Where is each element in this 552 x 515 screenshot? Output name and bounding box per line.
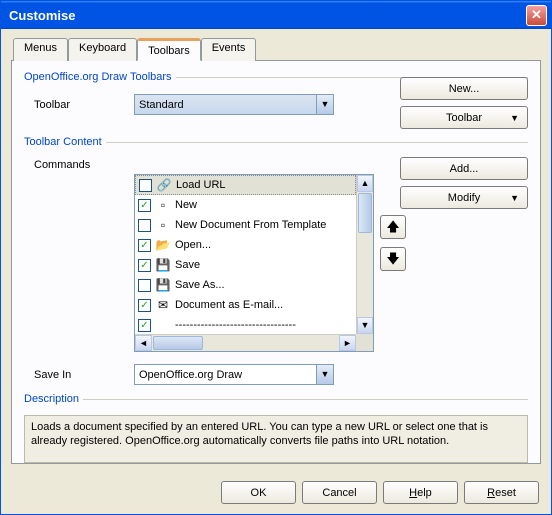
list-item-label: Save As... <box>175 279 225 291</box>
close-icon[interactable]: ✕ <box>526 5 547 26</box>
scroll-left-icon[interactable]: ◄ <box>135 335 152 351</box>
tab-strip: MenusKeyboardToolbarsEvents <box>13 37 541 60</box>
save-icon: 💾 <box>155 257 171 273</box>
list-item[interactable]: 🔗 Load URL <box>135 175 356 195</box>
window-title: Customise <box>9 8 526 23</box>
list-item[interactable]: ✓ --------------------------------- <box>135 315 356 334</box>
saveas-icon: 💾 <box>155 277 171 293</box>
checkbox[interactable]: ✓ <box>138 319 151 332</box>
tab-keyboard[interactable]: Keyboard <box>68 38 137 61</box>
chevron-down-icon[interactable]: ▼ <box>316 95 333 114</box>
email-icon: ✉ <box>155 297 171 313</box>
list-item[interactable]: ✓ 📂 Open... <box>135 235 356 255</box>
commands-label: Commands <box>24 159 134 171</box>
scroll-down-icon[interactable]: ▼ <box>357 317 373 334</box>
new-button[interactable]: New... <box>400 77 528 100</box>
list-item[interactable]: 💾 Save As... <box>135 275 356 295</box>
toolbar-content-legend: Toolbar Content <box>24 136 106 148</box>
sep-icon <box>155 317 171 333</box>
list-item-label: --------------------------------- <box>175 319 296 331</box>
description-group: Description Loads a document specified b… <box>24 393 528 467</box>
open-icon: 📂 <box>155 237 171 253</box>
checkbox[interactable] <box>139 179 152 192</box>
reset-button[interactable]: Reset <box>464 481 539 504</box>
scroll-corner <box>356 334 373 351</box>
chevron-down-icon: ▼ <box>510 113 519 123</box>
move-up-button[interactable]: 🡅 <box>380 215 406 239</box>
chevron-down-icon[interactable]: ▼ <box>316 365 333 384</box>
checkbox[interactable] <box>138 279 151 292</box>
title-bar: Customise ✕ <box>1 1 551 29</box>
list-item-label: Load URL <box>176 179 226 191</box>
description-text: Loads a document specified by an entered… <box>24 415 528 463</box>
list-item-label: New Document From Template <box>175 219 326 231</box>
list-item-label: Save <box>175 259 200 271</box>
move-down-button[interactable]: 🡇 <box>380 247 406 271</box>
list-item-label: New <box>175 199 197 211</box>
checkbox[interactable]: ✓ <box>138 199 151 212</box>
list-item[interactable]: ✓ 💾 Save <box>135 255 356 275</box>
tab-toolbars[interactable]: Toolbars <box>137 38 201 61</box>
checkbox[interactable]: ✓ <box>138 239 151 252</box>
client-area: MenusKeyboardToolbarsEvents OpenOffice.o… <box>1 29 551 514</box>
tab-events[interactable]: Events <box>201 38 257 61</box>
new-icon: ▫ <box>155 197 171 213</box>
list-item[interactable]: ▫ New Document From Template <box>135 215 356 235</box>
description-legend: Description <box>24 393 83 405</box>
toolbars-legend: OpenOffice.org Draw Toolbars <box>24 71 176 83</box>
tab-panel: OpenOffice.org Draw Toolbars Toolbar ▼ N… <box>11 60 541 464</box>
template-icon: ▫ <box>155 217 171 233</box>
toolbar-combo[interactable]: ▼ <box>134 94 334 115</box>
customise-dialog: Customise ✕ MenusKeyboardToolbarsEvents … <box>0 0 552 515</box>
toolbar-combo-input[interactable] <box>135 95 316 114</box>
cancel-button[interactable]: Cancel <box>302 481 377 504</box>
commands-listbox[interactable]: 🔗 Load URL ✓ ▫ New ▫ New Document From Templat… <box>134 174 374 352</box>
savein-combo-input[interactable] <box>135 365 316 384</box>
toolbar-label: Toolbar <box>24 99 134 111</box>
list-item[interactable]: ✓ ▫ New <box>135 195 356 215</box>
list-item[interactable]: ✓ ✉ Document as E-mail... <box>135 295 356 315</box>
scroll-right-icon[interactable]: ► <box>339 335 356 351</box>
horizontal-scrollbar[interactable]: ◄ ► <box>135 334 356 351</box>
savein-combo[interactable]: ▼ <box>134 364 334 385</box>
add-button[interactable]: Add... <box>400 157 528 180</box>
list-item-label: Document as E-mail... <box>175 299 283 311</box>
help-button[interactable]: Help <box>383 481 458 504</box>
dialog-buttons: OK Cancel Help Reset <box>221 481 539 504</box>
url-icon: 🔗 <box>156 177 172 193</box>
vertical-scrollbar[interactable]: ▲ ▼ <box>356 175 373 334</box>
list-item-label: Open... <box>175 239 211 251</box>
tab-menus[interactable]: Menus <box>13 38 68 61</box>
checkbox[interactable]: ✓ <box>138 259 151 272</box>
ok-button[interactable]: OK <box>221 481 296 504</box>
modify-button[interactable]: Modify▼ <box>400 186 528 209</box>
scroll-up-icon[interactable]: ▲ <box>357 175 373 192</box>
scroll-thumb[interactable] <box>153 336 203 350</box>
savein-label: Save In <box>24 369 134 381</box>
checkbox[interactable] <box>138 219 151 232</box>
chevron-down-icon: ▼ <box>510 193 519 203</box>
toolbar-button[interactable]: Toolbar▼ <box>400 106 528 129</box>
checkbox[interactable]: ✓ <box>138 299 151 312</box>
scroll-thumb[interactable] <box>358 193 372 233</box>
